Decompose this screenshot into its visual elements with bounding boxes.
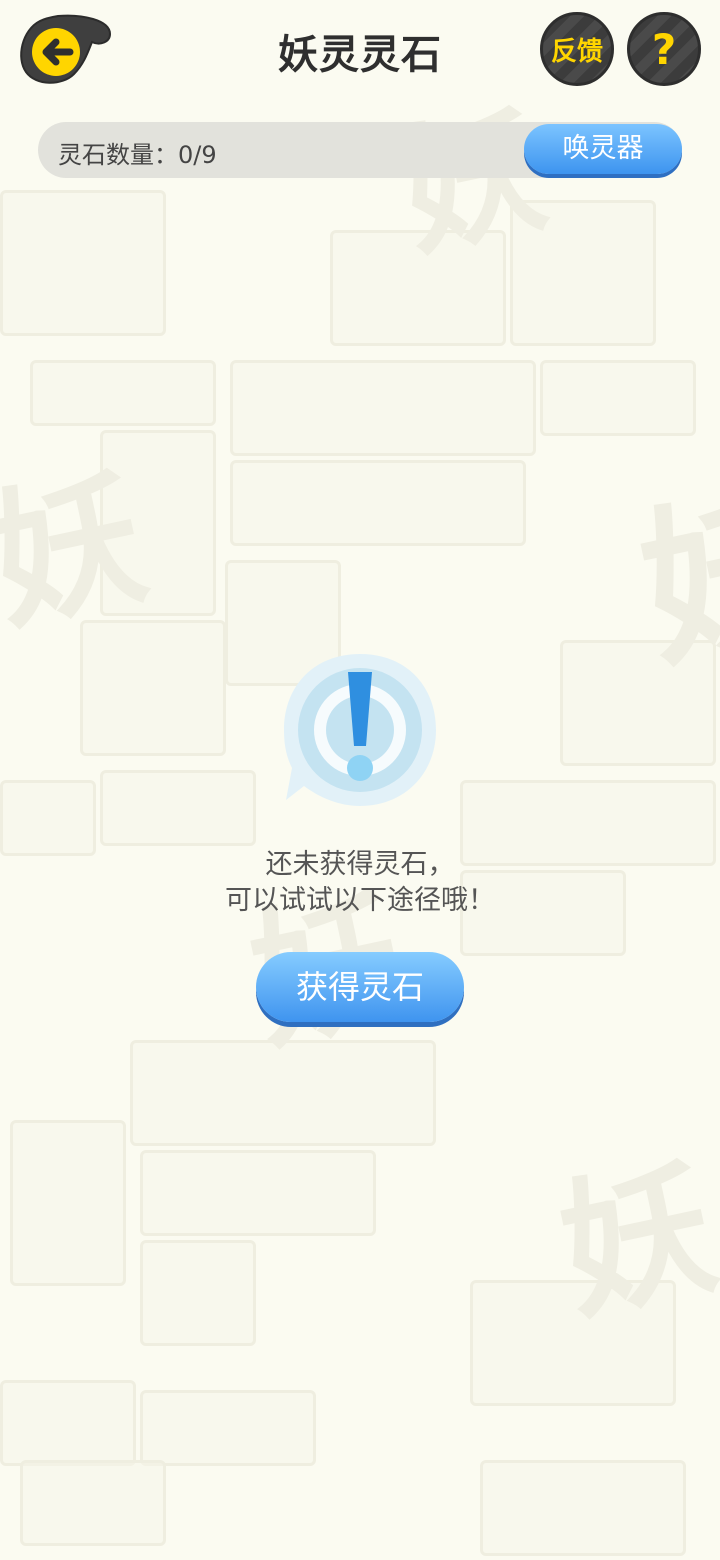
summon-button[interactable]: 唤灵器 [524, 124, 682, 174]
stone-count-label: 灵石数量：0/9 [58, 141, 217, 169]
feedback-button[interactable]: 反馈 [540, 12, 614, 86]
empty-message-line2: 可以试试以下途径哦！ [225, 885, 495, 916]
stone-count-bar: 灵石数量：0/9 唤灵器 [38, 122, 682, 178]
help-button[interactable]: ? [627, 12, 701, 86]
empty-message-line1: 还未获得灵石， [265, 849, 455, 880]
header: 妖灵灵石 反馈 ? [0, 0, 720, 100]
alert-icon [284, 654, 436, 806]
get-stones-button[interactable]: 获得灵石 [256, 952, 464, 1022]
